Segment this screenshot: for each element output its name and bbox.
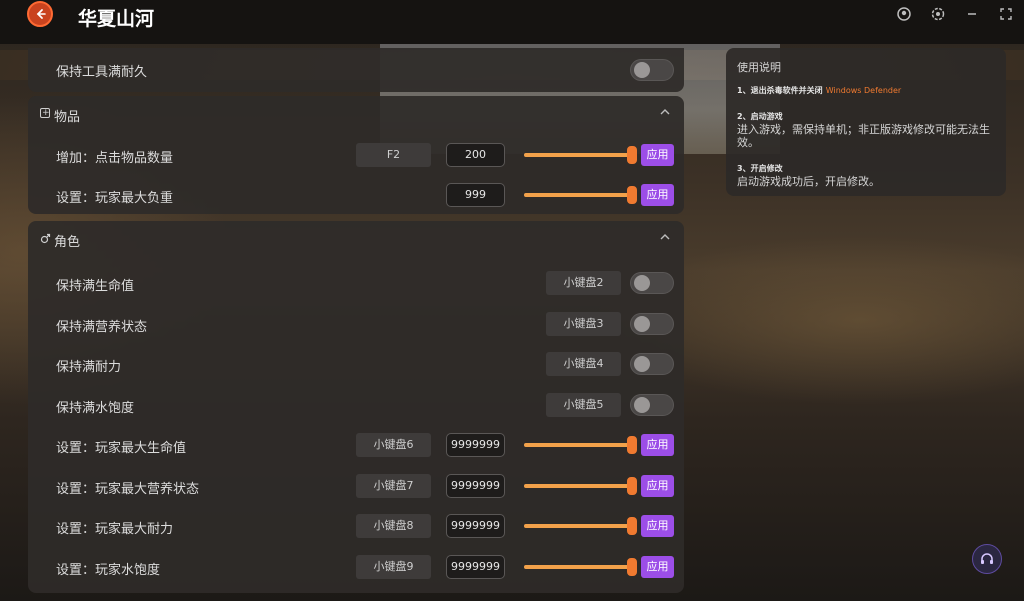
instruction-step-2: 2、启动游戏 进入游戏，需保持单机；非正版游戏修改可能无法生效。: [737, 110, 997, 149]
max-nutrition-hotkey[interactable]: 小键盘7: [356, 474, 431, 498]
chevron-up-icon[interactable]: [658, 230, 672, 244]
step-3-heading: 3、开启修改: [737, 164, 783, 173]
max-weight-row: 设置：玩家最大负重 999 应用: [28, 180, 684, 212]
max-stamina-hotkey[interactable]: 小键盘8: [356, 514, 431, 538]
items-section: 物品 增加：点击物品数量 F2 200 应用 设置：玩家最大负重 999 应用: [28, 96, 684, 214]
windows-defender-text: Windows Defender: [825, 86, 902, 95]
step-2-heading: 2、启动游戏: [737, 112, 783, 121]
slider-thumb[interactable]: [627, 558, 637, 576]
instructions-panel: 使用说明 1、退出杀毒软件并关闭 Windows Defender 2、启动游戏…: [726, 48, 1006, 196]
tool-durability-label: 保持工具满耐久: [56, 65, 148, 80]
item-count-apply-button[interactable]: 应用: [641, 144, 674, 166]
character-section: 角色 保持满生命值 小键盘2 保持满营养状态 小键盘3 保持满耐力 小键盘4 保…: [28, 221, 684, 593]
step-3-body: 启动游戏成功后，开启修改。: [737, 175, 880, 188]
character-section-title: 角色: [54, 235, 81, 250]
full-health-hotkey[interactable]: 小键盘2: [546, 271, 621, 295]
max-nutrition-row: 设置：玩家最大营养状态 小键盘7 9999999 应用: [28, 471, 684, 503]
full-stamina-label: 保持满耐力: [56, 360, 122, 375]
slider-thumb[interactable]: [627, 146, 637, 164]
max-health-hotkey[interactable]: 小键盘6: [356, 433, 431, 457]
max-nutrition-apply-button[interactable]: 应用: [641, 475, 674, 497]
step-1-heading: 1、退出杀毒软件并关闭: [737, 86, 823, 95]
tool-durability-panel: 保持工具满耐久: [28, 48, 684, 92]
item-count-row: 增加：点击物品数量 F2 200 应用: [28, 140, 684, 172]
item-count-label: 增加：点击物品数量: [56, 151, 174, 166]
full-health-row: 保持满生命值 小键盘2: [28, 268, 684, 300]
slider-thumb[interactable]: [627, 186, 637, 204]
full-nutrition-hotkey[interactable]: 小键盘3: [546, 312, 621, 336]
max-nutrition-input[interactable]: 9999999: [446, 474, 505, 498]
character-section-header[interactable]: 角色: [28, 221, 684, 257]
minimize-icon[interactable]: [962, 4, 982, 24]
max-stamina-apply-button[interactable]: 应用: [641, 515, 674, 537]
chevron-up-icon[interactable]: [658, 105, 672, 119]
max-weight-input[interactable]: 999: [446, 183, 505, 207]
full-nutrition-row: 保持满营养状态 小键盘3: [28, 309, 684, 341]
full-stamina-row: 保持满耐力 小键盘4: [28, 349, 684, 381]
max-stamina-row: 设置：玩家最大耐力 小键盘8 9999999 应用: [28, 511, 684, 543]
full-nutrition-toggle[interactable]: [630, 313, 674, 335]
slider-thumb[interactable]: [627, 517, 637, 535]
max-stamina-label: 设置：玩家最大耐力: [56, 522, 174, 537]
max-stamina-input[interactable]: 9999999: [446, 514, 505, 538]
expand-icon[interactable]: [996, 4, 1016, 24]
hydration-hotkey[interactable]: 小键盘9: [356, 555, 431, 579]
items-section-title: 物品: [54, 110, 81, 125]
max-health-row: 设置：玩家最大生命值 小键盘6 9999999 应用: [28, 430, 684, 462]
title-bar: 华夏山河: [0, 0, 1024, 44]
step-2-body: 进入游戏，需保持单机；非正版游戏修改可能无法生效。: [737, 123, 990, 149]
item-count-input[interactable]: 200: [446, 143, 505, 167]
tool-durability-row: 保持工具满耐久: [28, 54, 684, 86]
back-button[interactable]: [27, 1, 53, 27]
box-icon: [40, 108, 50, 118]
full-hydration-hotkey[interactable]: 小键盘5: [546, 393, 621, 417]
hydration-slider[interactable]: [524, 557, 637, 577]
max-health-input[interactable]: 9999999: [446, 433, 505, 457]
full-stamina-toggle[interactable]: [630, 353, 674, 375]
max-weight-apply-button[interactable]: 应用: [641, 184, 674, 206]
slider-thumb[interactable]: [627, 436, 637, 454]
gender-icon: [40, 233, 51, 244]
window-controls: [894, 4, 1016, 24]
user-icon[interactable]: [894, 4, 914, 24]
full-hydration-label: 保持满水饱度: [56, 401, 135, 416]
max-weight-label: 设置：玩家最大负重: [56, 191, 174, 206]
item-count-slider[interactable]: [524, 145, 637, 165]
item-count-hotkey[interactable]: F2: [356, 143, 431, 167]
instruction-step-1: 1、退出杀毒软件并关闭 Windows Defender: [737, 84, 997, 97]
instruction-step-3: 3、开启修改 启动游戏成功后，开启修改。: [737, 162, 997, 188]
max-nutrition-slider[interactable]: [524, 476, 637, 496]
full-health-label: 保持满生命值: [56, 279, 135, 294]
full-health-toggle[interactable]: [630, 272, 674, 294]
hydration-row: 设置：玩家水饱度 小键盘9 9999999 应用: [28, 552, 684, 584]
settings-icon[interactable]: [928, 4, 948, 24]
app-title: 华夏山河: [78, 8, 155, 30]
items-section-header[interactable]: 物品: [28, 96, 684, 132]
max-health-apply-button[interactable]: 应用: [641, 434, 674, 456]
full-hydration-toggle[interactable]: [630, 394, 674, 416]
headset-icon: [981, 553, 993, 564]
instructions-title: 使用说明: [737, 61, 781, 74]
hydration-label: 设置：玩家水饱度: [56, 563, 161, 578]
full-nutrition-label: 保持满营养状态: [56, 320, 148, 335]
slider-thumb[interactable]: [627, 477, 637, 495]
tool-durability-toggle[interactable]: [630, 59, 674, 81]
max-health-label: 设置：玩家最大生命值: [56, 441, 187, 456]
support-button[interactable]: [972, 544, 1002, 574]
hydration-input[interactable]: 9999999: [446, 555, 505, 579]
full-stamina-hotkey[interactable]: 小键盘4: [546, 352, 621, 376]
max-stamina-slider[interactable]: [524, 516, 637, 536]
max-health-slider[interactable]: [524, 435, 637, 455]
hydration-apply-button[interactable]: 应用: [641, 556, 674, 578]
full-hydration-row: 保持满水饱度 小键盘5: [28, 390, 684, 422]
arrow-left-icon: [36, 9, 46, 19]
max-nutrition-label: 设置：玩家最大营养状态: [56, 482, 200, 497]
max-weight-slider[interactable]: [524, 185, 637, 205]
